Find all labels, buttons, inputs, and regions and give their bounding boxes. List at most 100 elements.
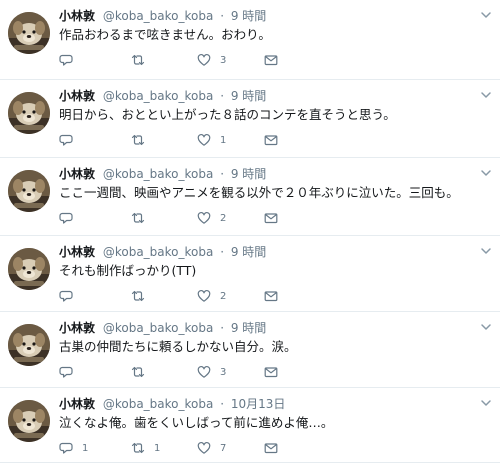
- reply-count: 1: [82, 442, 89, 454]
- envelope-icon: [264, 443, 278, 454]
- like-button[interactable]: 2: [197, 210, 226, 226]
- reply-button[interactable]: 1: [59, 440, 88, 456]
- retweet-count: 1: [154, 442, 161, 454]
- tweet-header: 小林敦 @koba_bako_koba · 9 時間: [59, 88, 266, 104]
- retweet-icon: [131, 54, 145, 66]
- tweet[interactable]: 小林敦 @koba_bako_koba · 10月13日 泣くなよ俺。歯をくいし…: [0, 388, 500, 463]
- avatar[interactable]: [8, 170, 50, 212]
- display-name[interactable]: 小林敦: [59, 89, 95, 103]
- tweet-header: 小林敦 @koba_bako_koba · 9 時間: [59, 166, 266, 182]
- avatar[interactable]: [8, 400, 50, 442]
- avatar[interactable]: [8, 248, 50, 290]
- avatar-dog-photo: [8, 12, 50, 54]
- separator-dot: ·: [220, 89, 225, 103]
- user-handle[interactable]: @koba_bako_koba: [103, 321, 214, 335]
- tweet-text: 作品おわるまで呟きません。おわり。: [59, 27, 271, 42]
- avatar[interactable]: [8, 324, 50, 366]
- reply-button[interactable]: [59, 132, 82, 148]
- retweet-icon: [131, 134, 145, 146]
- user-handle[interactable]: @koba_bako_koba: [103, 89, 214, 103]
- display-name[interactable]: 小林敦: [59, 167, 95, 181]
- user-handle[interactable]: @koba_bako_koba: [103, 9, 214, 23]
- tweet-actions: 3: [59, 52, 289, 68]
- retweet-button[interactable]: [131, 52, 154, 68]
- avatar-dog-photo: [8, 400, 50, 442]
- reply-icon: [59, 290, 73, 302]
- heart-icon: [197, 212, 211, 224]
- reply-button[interactable]: [59, 288, 82, 304]
- direct-message-button[interactable]: [264, 210, 278, 226]
- retweet-button[interactable]: [131, 132, 154, 148]
- tweet[interactable]: 小林敦 @koba_bako_koba · 9 時間 作品おわるまで呟きません。…: [0, 0, 500, 80]
- like-count: 7: [220, 442, 227, 454]
- like-count: 2: [220, 212, 227, 224]
- tweet-text: 明日から、おととい上がった８話のコンテを直そうと思う。: [59, 107, 396, 122]
- tweet-text: 泣くなよ俺。歯をくいしばって前に進めよ俺…。: [59, 415, 334, 430]
- chevron-down-icon[interactable]: [480, 9, 492, 21]
- separator-dot: ·: [220, 397, 225, 411]
- display-name[interactable]: 小林敦: [59, 9, 95, 23]
- chevron-down-icon[interactable]: [480, 321, 492, 333]
- like-count: 1: [220, 134, 227, 146]
- timestamp[interactable]: 9 時間: [231, 89, 266, 103]
- separator-dot: ·: [220, 321, 225, 335]
- user-handle[interactable]: @koba_bako_koba: [103, 245, 214, 259]
- avatar-dog-photo: [8, 324, 50, 366]
- tweet[interactable]: 小林敦 @koba_bako_koba · 9 時間 ここ一週間、映画やアニメを…: [0, 158, 500, 236]
- timestamp[interactable]: 9 時間: [231, 9, 266, 23]
- tweet-header: 小林敦 @koba_bako_koba · 10月13日: [59, 396, 285, 412]
- user-handle[interactable]: @koba_bako_koba: [103, 397, 214, 411]
- direct-message-button[interactable]: [264, 364, 278, 380]
- display-name[interactable]: 小林敦: [59, 245, 95, 259]
- direct-message-button[interactable]: [264, 440, 278, 456]
- chevron-down-icon[interactable]: [480, 89, 492, 101]
- envelope-icon: [264, 213, 278, 224]
- avatar[interactable]: [8, 92, 50, 134]
- direct-message-button[interactable]: [264, 288, 278, 304]
- tweet[interactable]: 小林敦 @koba_bako_koba · 9 時間 それも制作ばっかり(TT): [0, 236, 500, 312]
- tweet-header: 小林敦 @koba_bako_koba · 9 時間: [59, 8, 266, 24]
- envelope-icon: [264, 367, 278, 378]
- tweet-header: 小林敦 @koba_bako_koba · 9 時間: [59, 244, 266, 260]
- tweet-actions: 1 1 7: [59, 440, 289, 456]
- direct-message-button[interactable]: [264, 52, 278, 68]
- user-handle[interactable]: @koba_bako_koba: [103, 167, 214, 181]
- retweet-button[interactable]: 1: [131, 440, 160, 456]
- retweet-button[interactable]: [131, 210, 154, 226]
- timestamp[interactable]: 10月13日: [231, 397, 286, 411]
- like-count: 2: [220, 290, 227, 302]
- retweet-button[interactable]: [131, 364, 154, 380]
- like-button[interactable]: 2: [197, 288, 226, 304]
- timestamp[interactable]: 9 時間: [231, 167, 266, 181]
- display-name[interactable]: 小林敦: [59, 321, 95, 335]
- like-button[interactable]: 1: [197, 132, 226, 148]
- like-count: 3: [220, 54, 227, 66]
- timestamp[interactable]: 9 時間: [231, 321, 266, 335]
- heart-icon: [197, 134, 211, 146]
- tweet-text: ここ一週間、映画やアニメを観る以外で２０年ぶりに泣いた。三回も。: [59, 185, 459, 200]
- direct-message-button[interactable]: [264, 132, 278, 148]
- like-button[interactable]: 3: [197, 364, 226, 380]
- retweet-button[interactable]: [131, 288, 154, 304]
- envelope-icon: [264, 291, 278, 302]
- reply-button[interactable]: [59, 52, 82, 68]
- chevron-down-icon[interactable]: [480, 397, 492, 409]
- tweet[interactable]: 小林敦 @koba_bako_koba · 9 時間 古巣の仲間たちに頼るしかな…: [0, 312, 500, 388]
- reply-icon: [59, 54, 73, 66]
- chevron-down-icon[interactable]: [480, 245, 492, 257]
- reply-button[interactable]: [59, 210, 82, 226]
- retweet-icon: [131, 366, 145, 378]
- heart-icon: [197, 54, 211, 66]
- like-count: 3: [220, 366, 227, 378]
- tweet-feed: 小林敦 @koba_bako_koba · 9 時間 作品おわるまで呟きません。…: [0, 0, 500, 463]
- display-name[interactable]: 小林敦: [59, 397, 95, 411]
- timestamp[interactable]: 9 時間: [231, 245, 266, 259]
- avatar-dog-photo: [8, 170, 50, 212]
- chevron-down-icon[interactable]: [480, 167, 492, 179]
- like-button[interactable]: 7: [197, 440, 226, 456]
- avatar[interactable]: [8, 12, 50, 54]
- reply-button[interactable]: [59, 364, 82, 380]
- envelope-icon: [264, 135, 278, 146]
- tweet[interactable]: 小林敦 @koba_bako_koba · 9 時間 明日から、おととい上がった…: [0, 80, 500, 158]
- like-button[interactable]: 3: [197, 52, 226, 68]
